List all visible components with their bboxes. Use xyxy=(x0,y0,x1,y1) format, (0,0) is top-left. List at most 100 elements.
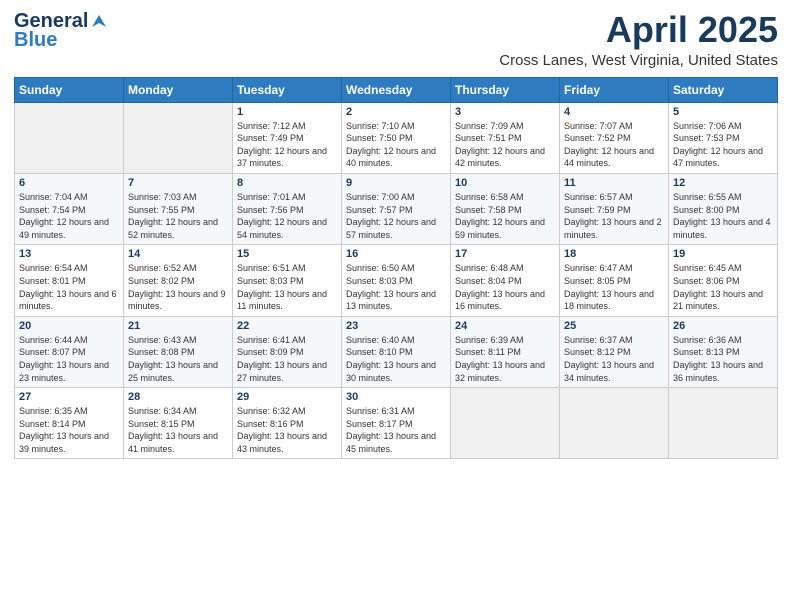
day-number: 28 xyxy=(128,391,228,403)
day-info: Sunrise: 6:58 AMSunset: 7:58 PMDaylight:… xyxy=(455,191,555,241)
logo: General Blue xyxy=(14,10,108,52)
day-number: 2 xyxy=(346,106,446,118)
day-info: Sunrise: 6:31 AMSunset: 8:17 PMDaylight:… xyxy=(346,405,446,455)
table-row: 19Sunrise: 6:45 AMSunset: 8:06 PMDayligh… xyxy=(669,245,778,316)
table-row: 13 Sunrise: 6:54 AMSunset: 8:01 PMDayligh… xyxy=(15,245,124,316)
table-row: 26Sunrise: 6:36 AMSunset: 8:13 PMDayligh… xyxy=(669,316,778,387)
day-number: 15 xyxy=(237,248,337,260)
col-saturday: Saturday xyxy=(669,77,778,102)
day-info: Sunrise: 6:54 AMSunset: 8:01 PMDaylight:… xyxy=(19,262,119,312)
day-info: Sunrise: 7:06 AMSunset: 7:53 PMDaylight:… xyxy=(673,120,773,170)
day-info: Sunrise: 6:34 AMSunset: 8:15 PMDaylight:… xyxy=(128,405,228,455)
table-row: 15 Sunrise: 6:51 AMSunset: 8:03 PMDayligh… xyxy=(233,245,342,316)
day-number: 21 xyxy=(128,320,228,332)
day-number: 27 xyxy=(19,391,119,403)
table-row: 23 Sunrise: 6:40 AMSunset: 8:10 PMDayligh… xyxy=(342,316,451,387)
location-title: Cross Lanes, West Virginia, United State… xyxy=(499,52,778,69)
day-number: 19 xyxy=(673,248,773,260)
day-info: Sunrise: 7:07 AMSunset: 7:52 PMDaylight:… xyxy=(564,120,664,170)
day-info: Sunrise: 6:47 AMSunset: 8:05 PMDaylight:… xyxy=(564,262,664,312)
day-number: 14 xyxy=(128,248,228,260)
day-number: 5 xyxy=(673,106,773,118)
day-info: Sunrise: 6:41 AMSunset: 8:09 PMDaylight:… xyxy=(237,334,337,384)
calendar-week-row: 13 Sunrise: 6:54 AMSunset: 8:01 PMDayligh… xyxy=(15,245,778,316)
day-number: 18 xyxy=(564,248,664,260)
day-info: Sunrise: 6:35 AMSunset: 8:14 PMDaylight:… xyxy=(19,405,119,455)
table-row: 1 Sunrise: 7:12 AMSunset: 7:49 PMDaylight… xyxy=(233,102,342,173)
day-number: 1 xyxy=(237,106,337,118)
day-info: Sunrise: 6:40 AMSunset: 8:10 PMDaylight:… xyxy=(346,334,446,384)
day-number: 9 xyxy=(346,177,446,189)
day-info: Sunrise: 7:12 AMSunset: 7:49 PMDaylight:… xyxy=(237,120,337,170)
table-row: 29 Sunrise: 6:32 AMSunset: 8:16 PMDayligh… xyxy=(233,388,342,459)
logo-bird-icon xyxy=(90,13,108,31)
col-wednesday: Wednesday xyxy=(342,77,451,102)
day-info: Sunrise: 7:04 AMSunset: 7:54 PMDaylight:… xyxy=(19,191,119,241)
table-row: 25Sunrise: 6:37 AMSunset: 8:12 PMDayligh… xyxy=(560,316,669,387)
calendar-week-row: 20Sunrise: 6:44 AMSunset: 8:07 PMDayligh… xyxy=(15,316,778,387)
table-row: 5 Sunrise: 7:06 AMSunset: 7:53 PMDaylight… xyxy=(669,102,778,173)
calendar-week-row: 27 Sunrise: 6:35 AMSunset: 8:14 PMDayligh… xyxy=(15,388,778,459)
day-number: 23 xyxy=(346,320,446,332)
table-row xyxy=(451,388,560,459)
day-number: 3 xyxy=(455,106,555,118)
table-row xyxy=(669,388,778,459)
table-row: 21 Sunrise: 6:43 AMSunset: 8:08 PMDayligh… xyxy=(124,316,233,387)
table-row: 18 Sunrise: 6:47 AMSunset: 8:05 PMDayligh… xyxy=(560,245,669,316)
logo-blue: Blue xyxy=(14,29,57,52)
day-number: 6 xyxy=(19,177,119,189)
table-row: 30 Sunrise: 6:31 AMSunset: 8:17 PMDayligh… xyxy=(342,388,451,459)
col-tuesday: Tuesday xyxy=(233,77,342,102)
col-thursday: Thursday xyxy=(451,77,560,102)
month-title: April 2025 xyxy=(499,10,778,50)
day-number: 17 xyxy=(455,248,555,260)
header: General Blue April 2025 Cross Lanes, Wes… xyxy=(14,10,778,69)
day-info: Sunrise: 6:52 AMSunset: 8:02 PMDaylight:… xyxy=(128,262,228,312)
day-number: 13 xyxy=(19,248,119,260)
day-info: Sunrise: 6:51 AMSunset: 8:03 PMDaylight:… xyxy=(237,262,337,312)
table-row: 24 Sunrise: 6:39 AMSunset: 8:11 PMDayligh… xyxy=(451,316,560,387)
day-info: Sunrise: 7:10 AMSunset: 7:50 PMDaylight:… xyxy=(346,120,446,170)
calendar-header-row: Sunday Monday Tuesday Wednesday Thursday… xyxy=(15,77,778,102)
day-number: 20 xyxy=(19,320,119,332)
day-number: 29 xyxy=(237,391,337,403)
table-row: 27 Sunrise: 6:35 AMSunset: 8:14 PMDayligh… xyxy=(15,388,124,459)
day-info: Sunrise: 6:48 AMSunset: 8:04 PMDaylight:… xyxy=(455,262,555,312)
table-row: 3Sunrise: 7:09 AMSunset: 7:51 PMDaylight… xyxy=(451,102,560,173)
day-info: Sunrise: 6:50 AMSunset: 8:03 PMDaylight:… xyxy=(346,262,446,312)
day-info: Sunrise: 6:32 AMSunset: 8:16 PMDaylight:… xyxy=(237,405,337,455)
table-row xyxy=(15,102,124,173)
table-row: 20Sunrise: 6:44 AMSunset: 8:07 PMDayligh… xyxy=(15,316,124,387)
day-number: 16 xyxy=(346,248,446,260)
calendar-week-row: 6 Sunrise: 7:04 AMSunset: 7:54 PMDaylight… xyxy=(15,173,778,244)
day-number: 11 xyxy=(564,177,664,189)
table-row: 11Sunrise: 6:57 AMSunset: 7:59 PMDayligh… xyxy=(560,173,669,244)
day-number: 24 xyxy=(455,320,555,332)
page: General Blue April 2025 Cross Lanes, Wes… xyxy=(0,0,792,612)
day-number: 22 xyxy=(237,320,337,332)
day-info: Sunrise: 7:00 AMSunset: 7:57 PMDaylight:… xyxy=(346,191,446,241)
table-row: 8 Sunrise: 7:01 AMSunset: 7:56 PMDaylight… xyxy=(233,173,342,244)
day-info: Sunrise: 6:39 AMSunset: 8:11 PMDaylight:… xyxy=(455,334,555,384)
table-row: 6 Sunrise: 7:04 AMSunset: 7:54 PMDaylight… xyxy=(15,173,124,244)
day-number: 4 xyxy=(564,106,664,118)
day-number: 7 xyxy=(128,177,228,189)
table-row: 2 Sunrise: 7:10 AMSunset: 7:50 PMDaylight… xyxy=(342,102,451,173)
table-row: 7 Sunrise: 7:03 AMSunset: 7:55 PMDaylight… xyxy=(124,173,233,244)
calendar-week-row: 1 Sunrise: 7:12 AMSunset: 7:49 PMDaylight… xyxy=(15,102,778,173)
table-row xyxy=(124,102,233,173)
day-info: Sunrise: 6:36 AMSunset: 8:13 PMDaylight:… xyxy=(673,334,773,384)
day-info: Sunrise: 6:43 AMSunset: 8:08 PMDaylight:… xyxy=(128,334,228,384)
day-number: 8 xyxy=(237,177,337,189)
table-row: 10Sunrise: 6:58 AMSunset: 7:58 PMDayligh… xyxy=(451,173,560,244)
table-row: 17 Sunrise: 6:48 AMSunset: 8:04 PMDayligh… xyxy=(451,245,560,316)
calendar: Sunday Monday Tuesday Wednesday Thursday… xyxy=(14,77,778,460)
table-row: 4 Sunrise: 7:07 AMSunset: 7:52 PMDaylight… xyxy=(560,102,669,173)
day-number: 30 xyxy=(346,391,446,403)
day-info: Sunrise: 7:03 AMSunset: 7:55 PMDaylight:… xyxy=(128,191,228,241)
table-row: 12Sunrise: 6:55 AMSunset: 8:00 PMDayligh… xyxy=(669,173,778,244)
day-info: Sunrise: 7:01 AMSunset: 7:56 PMDaylight:… xyxy=(237,191,337,241)
day-info: Sunrise: 6:37 AMSunset: 8:12 PMDaylight:… xyxy=(564,334,664,384)
table-row: 14 Sunrise: 6:52 AMSunset: 8:02 PMDayligh… xyxy=(124,245,233,316)
table-row xyxy=(560,388,669,459)
